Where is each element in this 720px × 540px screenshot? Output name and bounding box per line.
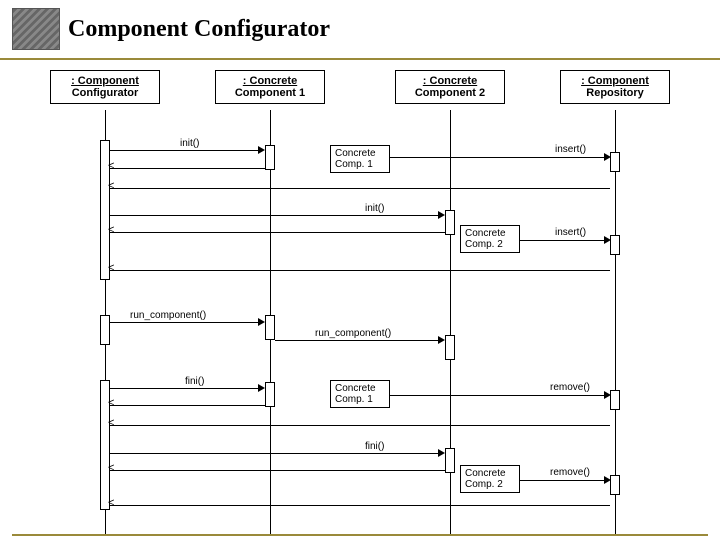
message-insert: insert() xyxy=(555,144,586,155)
page-title: Component Configurator xyxy=(68,16,330,43)
participant-label: : Component xyxy=(59,75,151,87)
message-line xyxy=(110,232,445,233)
note-text: Comp. 1 xyxy=(335,159,385,170)
message-remove: remove() xyxy=(550,382,590,393)
note-text: Concrete xyxy=(335,383,385,394)
participant-label: : Concrete xyxy=(404,75,496,87)
participant-component1: : Concrete Component 1 xyxy=(215,70,325,104)
message-run: run_component() xyxy=(130,310,206,321)
sequence-diagram: : Component Configurator : Concrete Comp… xyxy=(0,60,720,535)
arrow-icon: < xyxy=(108,417,114,429)
note-box: Concrete Comp. 2 xyxy=(460,465,520,493)
message-line xyxy=(110,150,262,151)
message-fini: fini() xyxy=(185,376,204,387)
participant-component2: : Concrete Component 2 xyxy=(395,70,505,104)
message-remove: remove() xyxy=(550,467,590,478)
message-line xyxy=(110,388,262,389)
message-line xyxy=(110,215,442,216)
activation xyxy=(265,145,275,170)
note-text: Comp. 2 xyxy=(465,479,515,490)
message-line xyxy=(110,470,445,471)
message-line xyxy=(390,395,608,396)
activation xyxy=(445,335,455,360)
arrow-icon xyxy=(604,391,611,399)
message-line xyxy=(110,270,610,271)
arrow-icon xyxy=(258,318,265,326)
participant-repository: : Component Repository xyxy=(560,70,670,104)
arrow-icon: < xyxy=(108,462,114,474)
arrow-icon xyxy=(438,336,445,344)
activation xyxy=(610,235,620,255)
arrow-icon xyxy=(438,211,445,219)
arrow-icon: < xyxy=(108,180,114,192)
participant-label: : Concrete xyxy=(224,75,316,87)
message-line xyxy=(110,453,442,454)
lifeline xyxy=(615,110,616,535)
arrow-icon xyxy=(438,449,445,457)
arrow-icon: < xyxy=(108,160,114,172)
logo-icon xyxy=(12,8,60,50)
note-text: Concrete xyxy=(465,468,515,479)
arrow-icon xyxy=(258,384,265,392)
activation xyxy=(445,210,455,235)
message-line xyxy=(110,405,265,406)
message-line xyxy=(520,240,608,241)
footer-divider xyxy=(12,534,708,536)
participant-label: Configurator xyxy=(59,87,151,99)
message-line xyxy=(110,188,610,189)
participant-label: Component 1 xyxy=(224,87,316,99)
participant-label: : Component xyxy=(569,75,661,87)
activation xyxy=(265,315,275,340)
activation xyxy=(265,382,275,407)
activation xyxy=(100,315,110,345)
message-line xyxy=(390,157,608,158)
arrow-icon: < xyxy=(108,262,114,274)
message-insert: insert() xyxy=(555,227,586,238)
activation xyxy=(610,475,620,495)
note-text: Concrete xyxy=(465,228,515,239)
participant-configurator: : Component Configurator xyxy=(50,70,160,104)
header: Component Configurator xyxy=(0,0,720,60)
note-text: Concrete xyxy=(335,148,385,159)
participant-label: Repository xyxy=(569,87,661,99)
arrow-icon: < xyxy=(108,497,114,509)
activation xyxy=(445,448,455,473)
note-box: Concrete Comp. 1 xyxy=(330,145,390,173)
message-line xyxy=(110,425,610,426)
note-box: Concrete Comp. 1 xyxy=(330,380,390,408)
activation xyxy=(610,152,620,172)
arrow-icon: < xyxy=(108,397,114,409)
message-init: init() xyxy=(365,203,384,214)
arrow-icon xyxy=(604,236,611,244)
message-line xyxy=(520,480,608,481)
participant-label: Component 2 xyxy=(404,87,496,99)
arrow-icon xyxy=(258,146,265,154)
activation xyxy=(610,390,620,410)
message-init: init() xyxy=(180,138,199,149)
note-text: Comp. 2 xyxy=(465,239,515,250)
arrow-icon xyxy=(604,153,611,161)
message-line xyxy=(110,322,262,323)
arrow-icon xyxy=(604,476,611,484)
arrow-icon: < xyxy=(108,224,114,236)
message-fini: fini() xyxy=(365,441,384,452)
message-line xyxy=(275,340,442,341)
note-text: Comp. 1 xyxy=(335,394,385,405)
note-box: Concrete Comp. 2 xyxy=(460,225,520,253)
message-line xyxy=(110,168,265,169)
message-run: run_component() xyxy=(315,328,391,339)
message-line xyxy=(110,505,610,506)
